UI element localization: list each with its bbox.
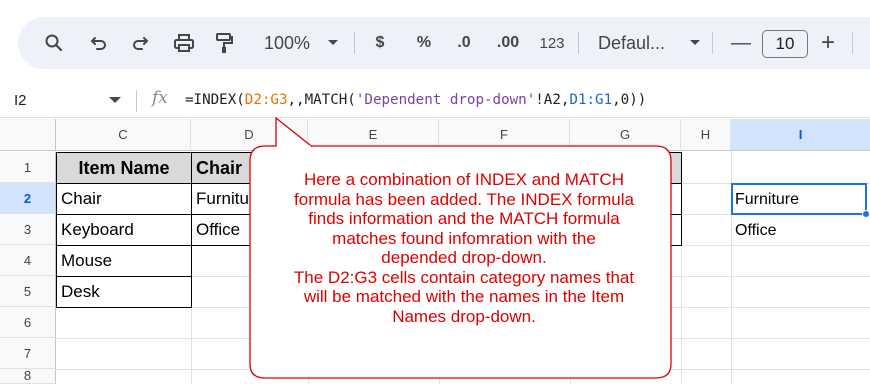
toolbar-divider (354, 32, 355, 54)
formula-bar: I2 fx =INDEX(D2:G3,,MATCH('Dependent dro… (0, 84, 870, 118)
formula-range-ref: D1:G1 (569, 92, 613, 108)
currency-button[interactable]: $ (368, 17, 392, 69)
font-label: Defaul... (598, 32, 666, 53)
column-header-d[interactable]: D (191, 119, 308, 151)
formula-range-ref: D2:G3 (244, 92, 288, 108)
formula-divider (136, 90, 137, 112)
decrease-font-size-button[interactable]: — (728, 17, 754, 69)
increase-decimal-label: .00 (496, 34, 520, 51)
zoom-select[interactable]: 100% (254, 17, 320, 69)
minus-label: — (731, 31, 751, 54)
cell-c1[interactable]: Item Name (56, 152, 192, 184)
cell-c3[interactable]: Keyboard (56, 214, 192, 246)
cell-c5[interactable]: Desk (56, 276, 192, 308)
redo-icon[interactable] (126, 17, 154, 69)
cell-c2[interactable]: Chair (56, 183, 192, 215)
print-icon[interactable] (169, 17, 199, 69)
callout-line: matches found infomration with the (332, 228, 596, 248)
row-header-4[interactable]: 4 (0, 245, 56, 276)
toolbar-divider (712, 32, 713, 54)
formula-input[interactable]: =INDEX(D2:G3,,MATCH('Dependent drop-down… (185, 92, 646, 108)
font-size-value: 10 (775, 34, 795, 53)
callout-line: The D2:G3 cells contain category names t… (293, 267, 635, 287)
plus-label: + (820, 29, 835, 56)
row-header-1[interactable]: 1 (0, 152, 56, 183)
formula-part: ,0)) (612, 92, 647, 108)
increase-decimal-button[interactable]: .00 (492, 17, 524, 69)
cell-c4[interactable]: Mouse (56, 245, 192, 277)
zoom-value: 100% (263, 32, 311, 53)
search-icon[interactable] (40, 17, 68, 69)
row-header-6[interactable]: 6 (0, 307, 56, 338)
chevron-down-icon[interactable] (324, 17, 342, 69)
row-header-8[interactable]: 8 (0, 368, 56, 384)
fx-icon: fx (152, 88, 168, 108)
toolbar: 100% $ % .0 .00 123 Defaul... — 10 + (18, 17, 870, 69)
column-header-e[interactable]: E (308, 119, 439, 151)
name-box-dropdown-icon[interactable] (109, 97, 121, 103)
increase-font-size-button[interactable]: + (815, 17, 841, 69)
callout-line: formula has been added. The INDEX formul… (294, 189, 634, 209)
fill-handle[interactable] (862, 210, 870, 218)
row-header-5[interactable]: 5 (0, 276, 56, 307)
top-strip (0, 0, 870, 16)
number-format-label: 123 (539, 34, 565, 52)
row-header-7[interactable]: 7 (0, 338, 56, 369)
formula-part: =INDEX( (185, 92, 245, 108)
percent-label: % (416, 34, 432, 51)
toolbar-divider (852, 32, 853, 54)
toolbar-divider (578, 32, 579, 54)
column-header-g[interactable]: G (570, 119, 681, 151)
formula-part: !A2, (535, 92, 570, 108)
column-header-c[interactable]: C (56, 119, 191, 151)
column-header-f[interactable]: F (439, 119, 570, 151)
formula-part: ,,MATCH( (287, 92, 356, 108)
callout-line: finds information and the MATCH formula (308, 209, 620, 228)
name-box[interactable]: I2 (14, 92, 27, 109)
column-header-h[interactable]: H (681, 119, 731, 151)
decrease-decimal-label: .0 (457, 34, 471, 51)
currency-label: $ (375, 34, 385, 51)
callout-line: Here a combination of INDEX and MATCH (304, 170, 624, 189)
percent-button[interactable]: % (412, 17, 436, 69)
gridline (56, 338, 870, 339)
number-format-button[interactable]: 123 (536, 17, 568, 69)
font-size-input[interactable]: 10 (762, 30, 808, 58)
active-cell-outline (731, 183, 867, 215)
cell-i3[interactable]: Office (731, 215, 867, 246)
callout-line: depended drop-down. (381, 248, 547, 267)
gridline (56, 369, 870, 370)
decrease-decimal-button[interactable]: .0 (450, 17, 478, 69)
column-header-i[interactable]: I (731, 119, 870, 151)
row-header-2[interactable]: 2 (0, 183, 56, 214)
font-select[interactable]: Defaul... (598, 17, 682, 69)
chevron-down-icon[interactable] (686, 17, 704, 69)
row-header-3[interactable]: 3 (0, 214, 56, 245)
callout-line: will be matched with the names in the It… (303, 287, 625, 306)
undo-icon[interactable] (85, 17, 113, 69)
callout-text: Here a combination of INDEX and MATCH fo… (258, 170, 670, 326)
formula-sheet-ref: 'Dependent drop-down' (355, 92, 536, 108)
paint-format-icon[interactable] (210, 17, 238, 69)
select-all-corner[interactable] (0, 119, 56, 151)
callout-line: Names drop-down. (392, 306, 536, 326)
